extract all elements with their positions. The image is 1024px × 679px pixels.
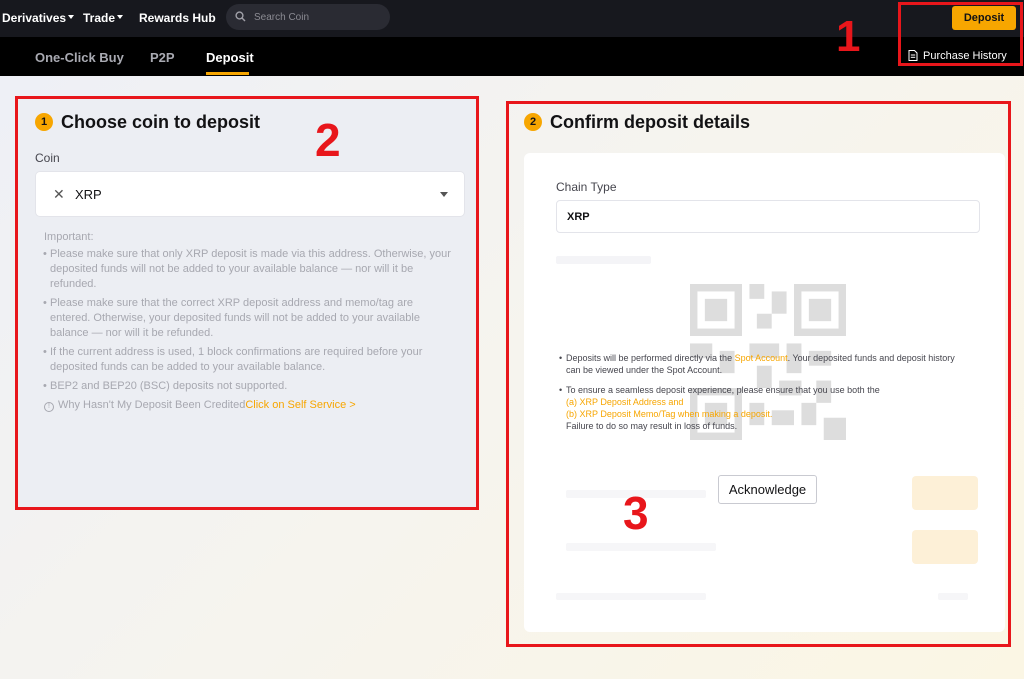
annotation-number-1: 1 xyxy=(836,12,861,61)
annotation-box-3 xyxy=(506,101,1011,647)
search-icon xyxy=(235,11,246,22)
annotation-box-2 xyxy=(15,96,479,510)
tab-deposit[interactable]: Deposit xyxy=(206,50,254,65)
nav-trade[interactable]: Trade xyxy=(83,11,124,25)
active-tab-indicator xyxy=(206,72,249,75)
search-box[interactable] xyxy=(226,4,390,30)
nav-rewards-hub[interactable]: Rewards Hub xyxy=(139,11,216,25)
top-nav-bar: Derivatives Trade Rewards Hub Deposit xyxy=(0,0,1024,37)
sub-nav-bar: One-Click Buy P2P Deposit Purchase Histo… xyxy=(0,37,1024,76)
tab-one-click-buy[interactable]: One-Click Buy xyxy=(35,50,124,65)
caret-down-icon xyxy=(117,15,124,19)
tab-p2p[interactable]: P2P xyxy=(150,50,175,65)
nav-derivatives[interactable]: Derivatives xyxy=(2,11,75,25)
nav-derivatives-label: Derivatives xyxy=(2,11,67,25)
annotation-number-2: 2 xyxy=(315,114,341,166)
annotation-number-3: 3 xyxy=(623,487,649,539)
caret-down-icon xyxy=(68,15,75,19)
search-input[interactable] xyxy=(254,4,384,30)
annotation-box-1 xyxy=(898,2,1023,66)
nav-trade-label: Trade xyxy=(83,11,116,25)
